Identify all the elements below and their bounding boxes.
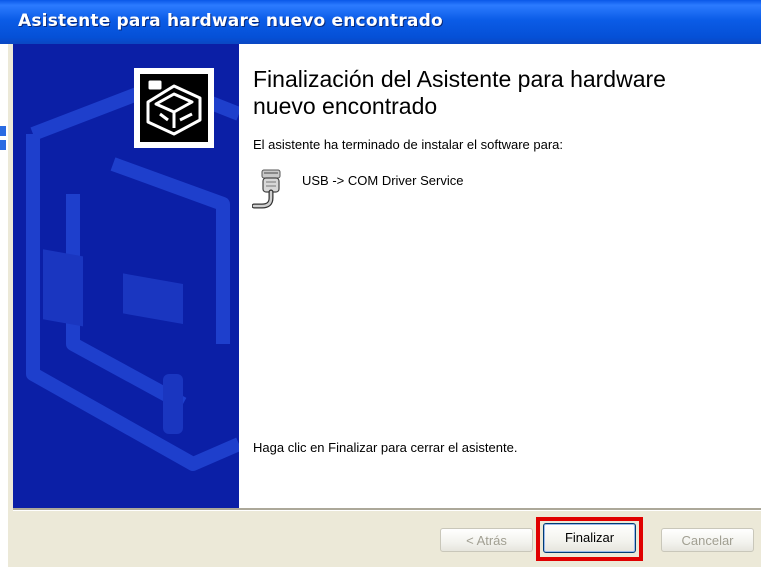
serial-port-icon-graphic <box>251 169 281 209</box>
back-button[interactable]: < Atrás <box>440 528 533 552</box>
serial-port-icon <box>251 168 288 212</box>
cancel-button[interactable]: Cancelar <box>661 528 754 552</box>
hardware-icon-frame <box>134 68 214 148</box>
hardware-card-icon <box>138 72 210 144</box>
finish-instruction: Haga clic en Finalizar para cerrar el as… <box>253 440 518 455</box>
edge-stripe <box>0 140 6 150</box>
window-title: Asistente para hardware nuevo encontrado <box>18 11 443 31</box>
wizard-window: Asistente para hardware nuevo encontrado <box>0 0 761 567</box>
title-bar[interactable]: Asistente para hardware nuevo encontrado <box>0 0 761 44</box>
device-name: USB -> COM Driver Service <box>302 173 464 188</box>
background-window-edge <box>0 44 8 567</box>
edge-stripe <box>0 126 6 136</box>
page-title: Finalización del Asistente para hardware… <box>253 66 666 119</box>
button-bar <box>13 511 761 567</box>
install-complete-text: El asistente ha terminado de instalar el… <box>253 137 564 152</box>
finish-button[interactable]: Finalizar <box>543 523 636 553</box>
